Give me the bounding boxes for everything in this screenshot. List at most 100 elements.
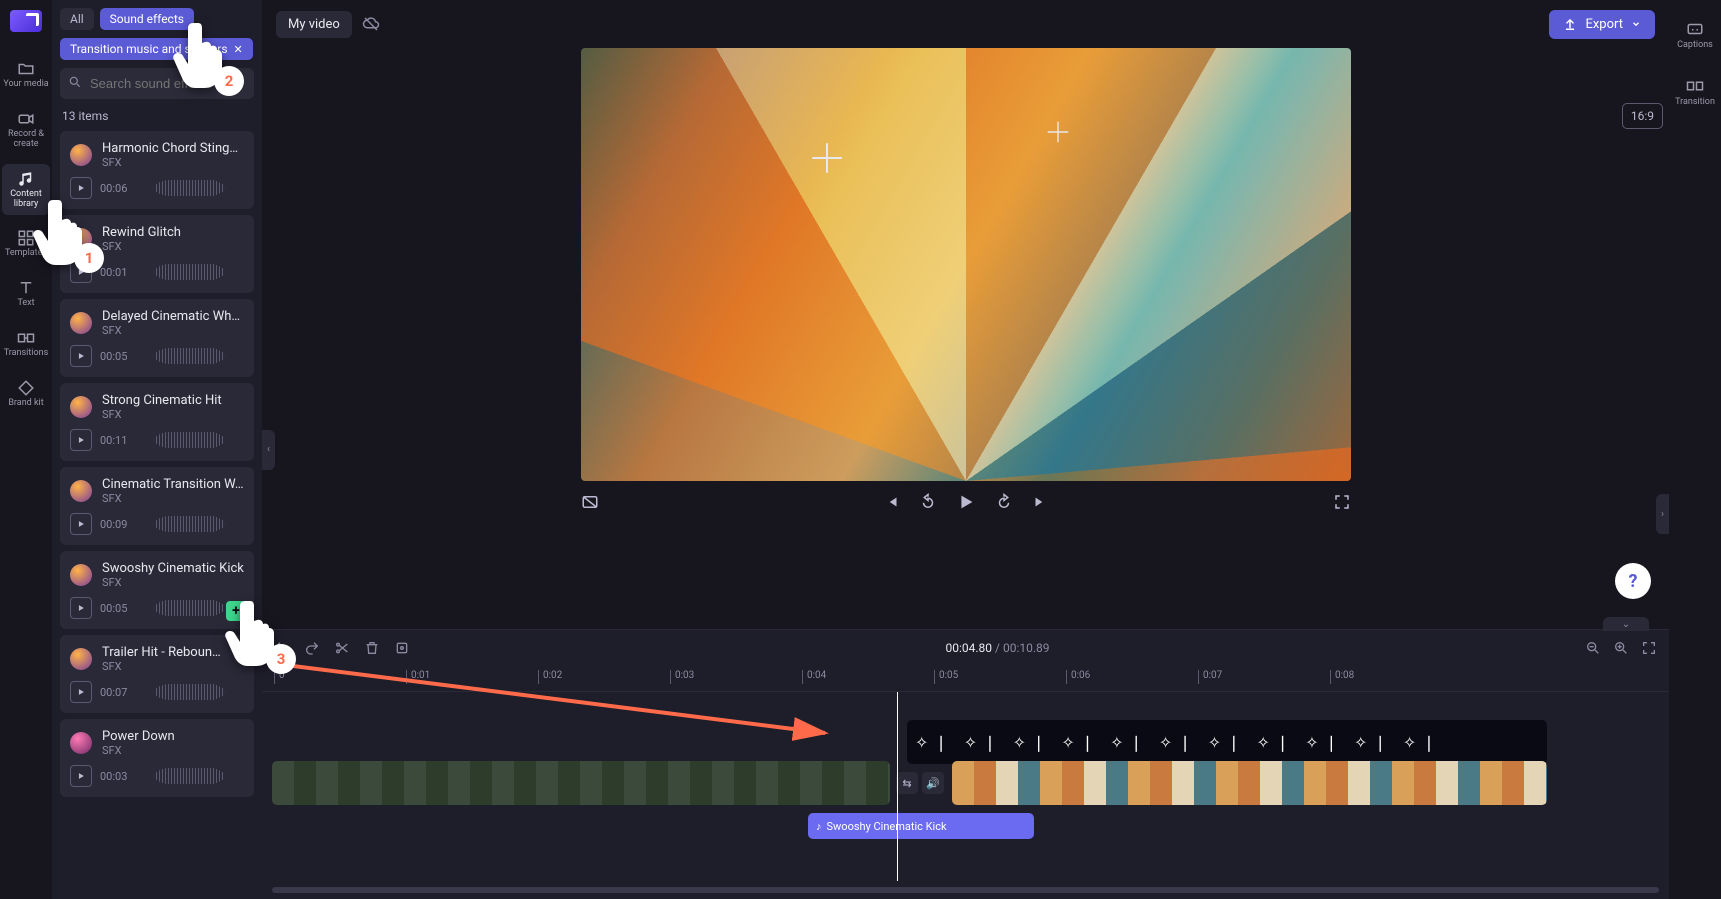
play-button[interactable] xyxy=(70,765,92,787)
transition-badge-icon[interactable]: ⇆ xyxy=(896,772,918,794)
play-button[interactable] xyxy=(70,177,92,199)
zoom-in-icon[interactable] xyxy=(1613,640,1629,656)
close-icon[interactable]: ✕ xyxy=(234,43,243,56)
right-panel-handle[interactable]: › xyxy=(1656,494,1669,534)
timeline-tracks[interactable]: ✧❘ ✧❘ ✧❘ ✧❘ ✧❘ ✧❘ ✧❘ ✧❘ ✧❘ ✧❘ ✧❘ ⇆ 🔊 ♪ S… xyxy=(262,692,1669,881)
play-icon xyxy=(76,519,86,529)
nav-brand-kit[interactable]: Brand kit xyxy=(2,373,50,415)
add-to-timeline-button[interactable]: + xyxy=(226,601,246,621)
timeline-ruler[interactable]: 00:010:020:030:040:050:060:070:08 xyxy=(262,666,1669,692)
filter-sound-effects[interactable]: Sound effects xyxy=(100,8,194,30)
overlay-clip[interactable]: ✧❘ ✧❘ ✧❘ ✧❘ ✧❘ ✧❘ ✧❘ ✧❘ ✧❘ ✧❘ ✧❘ xyxy=(907,720,1547,764)
help-button[interactable]: ? xyxy=(1615,563,1651,599)
preview-overlay-art xyxy=(581,48,1351,481)
sfx-thumb xyxy=(70,144,92,166)
sfx-card[interactable]: Trailer Hit - Reboun…SFX00:07+ xyxy=(60,635,254,713)
sfx-kind: SFX xyxy=(102,240,181,253)
rewind-5-icon[interactable] xyxy=(919,493,937,511)
zoom-out-icon[interactable] xyxy=(1585,640,1601,656)
search-input[interactable] xyxy=(60,68,254,99)
video-clip-1[interactable] xyxy=(272,761,890,805)
play-icon xyxy=(76,687,86,697)
sfx-card[interactable]: Delayed Cinematic Wh…SFX00:05+ xyxy=(60,299,254,377)
next-clip-icon[interactable] xyxy=(1031,493,1049,511)
grid-icon xyxy=(17,229,35,247)
filter-transition-music-chip[interactable]: Transition music and stingers ✕ xyxy=(60,38,253,60)
sfx-name: Harmonic Chord Sting… xyxy=(102,141,238,156)
ruler-tick: 0:08 xyxy=(1330,670,1354,684)
video-preview[interactable] xyxy=(581,48,1351,481)
top-bar: My video Export xyxy=(262,0,1669,48)
sfx-card[interactable]: Power DownSFX00:03+ xyxy=(60,719,254,797)
play-button[interactable] xyxy=(70,261,92,283)
sfx-thumb xyxy=(70,312,92,334)
preview-collapse-handle[interactable]: ⌄ xyxy=(1603,617,1649,631)
forward-5-icon[interactable] xyxy=(995,493,1013,511)
nav-record-create[interactable]: Record & create xyxy=(2,104,50,156)
project-title[interactable]: My video xyxy=(276,11,352,38)
zoom-fit-icon[interactable] xyxy=(1641,640,1657,656)
scrollbar-thumb[interactable] xyxy=(272,887,1659,893)
timecode: 00:04.80 / 00:10.89 xyxy=(424,641,1571,655)
fullscreen-icon[interactable] xyxy=(1333,493,1351,511)
filter-row-2: Transition music and stingers ✕ xyxy=(60,38,254,60)
nav-captions[interactable]: Captions xyxy=(1671,14,1719,57)
play-button[interactable] xyxy=(70,429,92,451)
play-icon xyxy=(76,771,86,781)
play-button[interactable] xyxy=(70,513,92,535)
timeline-toolbar: 00:04.80 / 00:10.89 xyxy=(262,630,1669,666)
sfx-card[interactable]: Swooshy Cinematic KickSFX00:05+ xyxy=(60,551,254,629)
nav-your-media[interactable]: Your media xyxy=(2,54,50,96)
play-icon xyxy=(76,603,86,613)
sfx-name: Power Down xyxy=(102,729,175,744)
search-icon xyxy=(68,75,82,89)
aspect-ratio-button[interactable]: 16:9 xyxy=(1622,103,1663,129)
transition-icon xyxy=(17,329,35,347)
sfx-name: Strong Cinematic Hit xyxy=(102,393,222,408)
captions-icon xyxy=(1686,20,1704,38)
speaker-icon[interactable]: 🔊 xyxy=(922,772,944,794)
app-logo[interactable] xyxy=(10,10,42,32)
safe-zone-icon[interactable] xyxy=(581,493,599,511)
ruler-tick: 0:02 xyxy=(538,670,562,684)
sparkle-icon xyxy=(1047,122,1068,143)
play-button[interactable] xyxy=(70,681,92,703)
sfx-duration: 00:11 xyxy=(100,434,127,447)
transport-bar xyxy=(581,491,1351,513)
undo-icon[interactable] xyxy=(274,640,290,656)
cloud-sync-icon[interactable] xyxy=(362,15,380,33)
waveform xyxy=(135,432,244,448)
redo-icon[interactable] xyxy=(304,640,320,656)
sfx-card[interactable]: Strong Cinematic HitSFX00:11+ xyxy=(60,383,254,461)
crop-icon[interactable] xyxy=(394,640,410,656)
split-icon[interactable] xyxy=(334,640,350,656)
play-button[interactable] xyxy=(70,597,92,619)
nav-transition-right[interactable]: Transition xyxy=(1671,71,1719,114)
left-icon-rail: Your media Record & create Content libra… xyxy=(0,0,52,899)
waveform xyxy=(135,264,244,280)
play-icon xyxy=(76,435,86,445)
library-panel: All Sound effects Transition music and s… xyxy=(52,0,262,899)
audio-clip[interactable]: ♪ Swooshy Cinematic Kick xyxy=(808,813,1034,839)
delete-icon[interactable] xyxy=(364,640,380,656)
camera-icon xyxy=(17,110,35,128)
sfx-list[interactable]: Harmonic Chord Sting…SFX00:06+Rewind Gli… xyxy=(60,131,254,891)
nav-content-library[interactable]: Content library xyxy=(2,164,50,216)
playhead[interactable] xyxy=(897,692,898,881)
sfx-name: Rewind Glitch xyxy=(102,225,181,240)
play-icon[interactable] xyxy=(955,491,977,513)
prev-clip-icon[interactable] xyxy=(883,493,901,511)
sfx-card[interactable]: Cinematic Transition W…SFX00:09+ xyxy=(60,467,254,545)
export-button[interactable]: Export xyxy=(1549,10,1655,39)
nav-transitions[interactable]: Transitions xyxy=(2,323,50,365)
timeline-scrollbar[interactable] xyxy=(272,887,1659,893)
play-button[interactable] xyxy=(70,345,92,367)
music-note-icon: ♪ xyxy=(816,820,822,833)
sfx-card[interactable]: Harmonic Chord Sting…SFX00:06+ xyxy=(60,131,254,209)
filter-all[interactable]: All xyxy=(60,8,94,30)
nav-label: Templates xyxy=(5,249,47,259)
video-clip-2[interactable] xyxy=(952,761,1547,805)
sfx-card[interactable]: Rewind GlitchSFX00:01+ xyxy=(60,215,254,293)
nav-templates[interactable]: Templates xyxy=(2,223,50,265)
nav-text[interactable]: Text xyxy=(2,273,50,315)
